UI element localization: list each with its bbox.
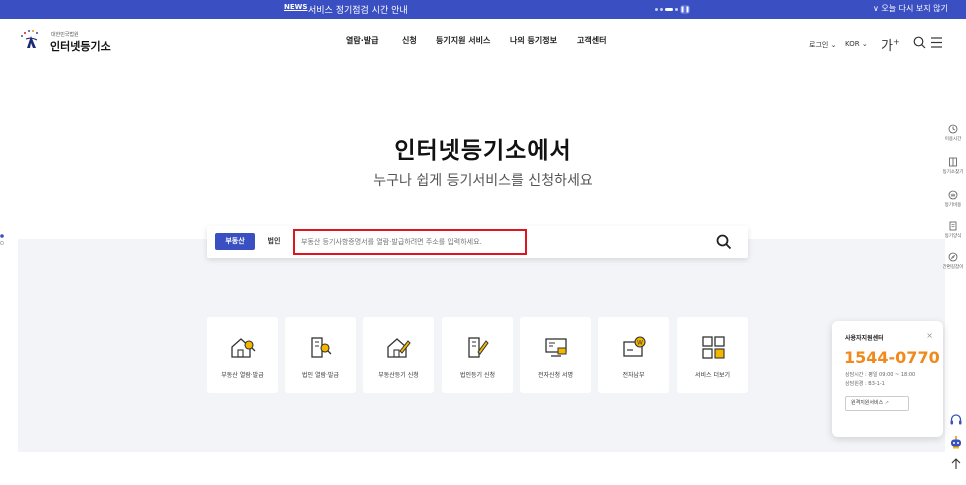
- quick-item-label: 간편길잡이: [942, 265, 964, 270]
- quick-item-label: 이용시간: [944, 137, 962, 142]
- service-card-label: 서비스 더보기: [694, 372, 731, 379]
- headset-icon[interactable]: [949, 413, 963, 427]
- nav-item-view-issue[interactable]: 열람·발급: [346, 35, 378, 46]
- grid-more-icon: [702, 336, 725, 359]
- service-card-e-sign[interactable]: 전자신청 서명: [520, 317, 591, 393]
- remote-support-button[interactable]: 원격지원서비스 ↗: [845, 396, 909, 411]
- font-size-label: 가: [881, 39, 893, 54]
- notice-text[interactable]: 서비스 정기점검 시간 안내: [308, 3, 408, 16]
- helpdesk-hours: 상담시간 : 평일 09:00 ~ 18:00: [845, 372, 916, 378]
- pager-dot[interactable]: [655, 8, 658, 11]
- nav-item-apply[interactable]: 신청: [402, 35, 417, 46]
- quick-item-label: 등기비용: [944, 203, 962, 208]
- service-card-label: 법인등기 신청: [459, 372, 496, 379]
- nav-item-support[interactable]: 등기지원 서비스: [436, 35, 490, 46]
- service-card-label: 부동산 열람·발급: [221, 372, 264, 379]
- svg-text:W: W: [637, 340, 643, 347]
- chevron-down-icon: ⌄: [861, 40, 868, 48]
- section-pager[interactable]: [0, 233, 4, 247]
- logo-subtitle: 대한민국법원: [51, 32, 79, 38]
- news-tag[interactable]: NEWS: [284, 3, 307, 11]
- service-card-real-estate-apply[interactable]: 부동산등기 신청: [363, 317, 434, 393]
- map-book-icon: [949, 157, 957, 167]
- building-pen-icon: [468, 337, 489, 358]
- notice-bar: NEWS 서비스 정기점검 시간 안내 ❚❚ ∨ 오늘 다시 보지 않기: [0, 0, 966, 19]
- service-card-corporation-view[interactable]: 법인 열람·발급: [285, 317, 356, 393]
- document-icon: [949, 221, 957, 231]
- service-card-real-estate-view[interactable]: 부동산 열람·발급: [207, 317, 278, 393]
- hide-today-link[interactable]: ∨ 오늘 다시 보지 않기: [873, 3, 948, 14]
- quick-item-hours[interactable]: 이용시간: [940, 124, 966, 142]
- font-size-button[interactable]: 가+: [881, 35, 900, 54]
- hero-subtitle: 누구나 쉽게 등기서비스를 신청하세요: [373, 173, 593, 189]
- site-header: 대한민국법원 인터넷등기소 열람·발급 신청 등기지원 서비스 나의 등기정보 …: [0, 19, 966, 69]
- court-logo-icon[interactable]: [18, 28, 44, 50]
- service-card-more[interactable]: 서비스 더보기: [677, 317, 748, 393]
- login-label: 로그인: [809, 41, 829, 49]
- search-icon[interactable]: [913, 36, 926, 49]
- wallet-coin-icon: W: [623, 336, 646, 357]
- quick-item-forms[interactable]: 등기양식: [940, 221, 966, 239]
- service-card-corporation-apply[interactable]: 법인등기 신청: [442, 317, 513, 393]
- service-card-label: 법인 열람·발급: [302, 372, 339, 379]
- quick-item-label: 등기소찾기: [942, 170, 964, 175]
- service-card-label: 전자납부: [622, 372, 645, 379]
- helpdesk-location: 상담원경 : B3-1-1: [845, 381, 885, 387]
- language-label: KOR: [845, 40, 860, 48]
- service-card-label: 전자신청 서명: [537, 372, 574, 379]
- language-select[interactable]: KOR ⌄: [845, 40, 868, 48]
- quick-item-cost[interactable]: 등기비용: [940, 190, 966, 208]
- house-pen-icon: [387, 338, 411, 358]
- address-search-input[interactable]: [293, 229, 527, 255]
- helpdesk-popup: 사용자지원센터 × 1544-0770 상담시간 : 평일 09:00 ~ 18…: [832, 321, 943, 437]
- pager-dot[interactable]: [660, 8, 663, 11]
- pager-dot[interactable]: [675, 8, 678, 11]
- hero-title: 인터넷등기소에서: [394, 138, 572, 164]
- chatbot-icon[interactable]: [949, 435, 963, 449]
- quick-item-find-office[interactable]: 등기소찾기: [940, 157, 966, 175]
- external-link-icon: ↗: [884, 400, 889, 406]
- scroll-top-icon[interactable]: [949, 457, 963, 471]
- clock-icon: [948, 124, 958, 134]
- compass-icon: [948, 252, 958, 262]
- service-card-e-payment[interactable]: W 전자납부: [598, 317, 669, 393]
- quick-item-guide[interactable]: 간편길잡이: [940, 252, 966, 270]
- search-icon[interactable]: [715, 233, 733, 251]
- helpdesk-phone: 1544-0770: [844, 348, 940, 367]
- logo-title[interactable]: 인터넷등기소: [50, 38, 111, 54]
- header-utilities: 로그인 ⌄ KOR ⌄ 가+: [806, 19, 966, 69]
- monitor-sign-icon: [545, 338, 567, 357]
- coin-icon: [948, 190, 958, 200]
- quick-item-label: 등기양식: [944, 234, 962, 239]
- font-size-plus: +: [892, 37, 900, 47]
- chevron-down-icon: ⌄: [830, 41, 837, 49]
- service-card-label: 부동산등기 신청: [378, 372, 419, 379]
- building-search-icon: [311, 337, 332, 358]
- hamburger-menu-icon[interactable]: [930, 36, 943, 49]
- nav-item-my-info[interactable]: 나의 등기정보: [510, 35, 557, 46]
- house-search-icon: [231, 338, 256, 358]
- close-icon[interactable]: ×: [926, 331, 933, 340]
- pager-dot-active[interactable]: [665, 8, 673, 11]
- remote-support-label: 원격지원서비스: [851, 400, 884, 406]
- nav-item-customer-center[interactable]: 고객센터: [577, 35, 606, 46]
- pause-icon[interactable]: ❚❚: [680, 5, 690, 14]
- search-box: 부동산 법인: [207, 226, 748, 258]
- tab-real-estate[interactable]: 부동산: [215, 233, 255, 250]
- helpdesk-title: 사용자지원센터: [845, 335, 884, 342]
- login-link[interactable]: 로그인 ⌄: [809, 40, 836, 50]
- tab-corporation[interactable]: 법인: [259, 233, 289, 250]
